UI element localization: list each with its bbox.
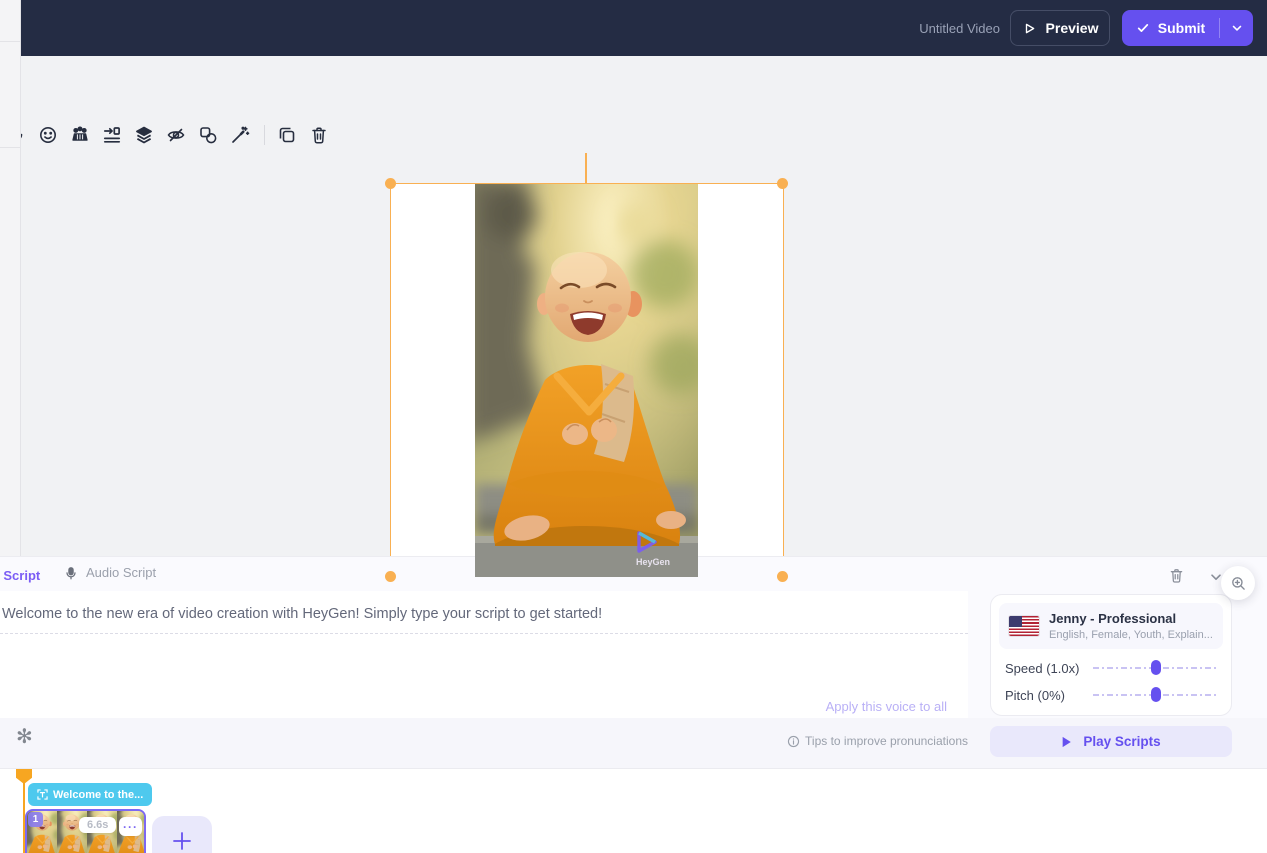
scene-number-badge: 1 [28,812,43,827]
submit-button[interactable]: Submit [1122,10,1253,46]
playhead[interactable] [16,769,32,784]
chevron-down-icon [1230,21,1244,35]
pronunciation-tips[interactable]: Tips to improve pronunciations [787,734,968,748]
editor-canvas[interactable] [0,56,1267,556]
resize-handle-bottom-left[interactable] [385,571,396,582]
element-toolbar [4,123,339,147]
us-flag-icon [1009,616,1039,636]
sidebar-edge [0,0,21,556]
resize-handle-top-right[interactable] [777,178,788,189]
text-caption-icon [37,789,48,800]
caption-chip[interactable]: Welcome to the... [28,783,152,806]
zoom-button[interactable] [1221,566,1255,600]
script-editor[interactable]: Welcome to the new era of video creation… [0,591,968,719]
preview-button[interactable]: Preview [1010,10,1110,46]
transition-icon[interactable] [100,123,124,147]
heygen-video-editor: HeyGen Untitled Video Preview Submit [0,0,1267,853]
microphone-icon [64,566,78,580]
shapes-icon[interactable] [196,123,220,147]
emoji-icon[interactable] [36,123,60,147]
duplicate-icon[interactable] [275,123,299,147]
monk-image[interactable] [475,184,698,577]
delete-icon[interactable] [307,123,331,147]
tab-text-script[interactable]: Text Script [0,568,40,583]
timeline[interactable]: Welcome to the... 1 6.6s ··· [0,768,1267,853]
pitch-slider[interactable] [1093,694,1217,696]
voice-name: Jenny - Professional [1049,611,1213,626]
plus-icon [170,829,194,853]
magic-wand-icon[interactable] [228,123,252,147]
speed-label: Speed (1.0x) [1005,661,1093,676]
top-navbar: Untitled Video Preview Submit [0,0,1267,56]
voice-traits: English, Female, Youth, Explain... [1049,629,1213,641]
toolbar-divider [264,125,265,145]
clip-duration-badge: 6.6s [79,817,116,833]
play-icon [1061,736,1072,748]
play-scripts-button[interactable]: Play Scripts [990,726,1232,757]
play-outline-icon [1022,21,1037,36]
pitch-slider-thumb[interactable] [1151,687,1161,702]
speed-slider-thumb[interactable] [1151,660,1161,675]
layers-icon[interactable] [132,123,156,147]
check-icon [1136,21,1150,35]
pitch-label: Pitch (0%) [1005,688,1093,703]
script-footer: ✻ Tips to improve pronunciations Play Sc… [0,718,1267,768]
info-icon [787,735,800,748]
voice-selector[interactable]: Jenny - Professional English, Female, Yo… [999,603,1223,649]
magnifier-plus-icon [1230,575,1247,592]
voice-settings-card: Jenny - Professional English, Female, Yo… [990,594,1232,716]
video-title[interactable]: Untitled Video [919,21,1000,36]
resize-handle-top-left[interactable] [385,178,396,189]
speed-slider[interactable] [1093,667,1217,669]
gpt-icon[interactable]: ✻ [16,727,33,747]
clip-more-icon[interactable]: ··· [119,817,142,836]
script-underline [0,633,968,634]
submit-dropdown-button[interactable] [1220,21,1253,35]
stage-icon[interactable] [68,123,92,147]
visibility-off-icon[interactable] [164,123,188,147]
resize-handle-bottom-right[interactable] [777,571,788,582]
tab-audio-script[interactable]: Audio Script [64,565,156,580]
rotate-handle-stem[interactable] [585,153,587,184]
script-text[interactable]: Welcome to the new era of video creation… [2,605,942,623]
script-delete-icon[interactable] [1168,567,1185,589]
scene-clip[interactable]: 1 6.6s ··· [25,809,146,853]
add-scene-button[interactable] [152,816,212,853]
apply-voice-link[interactable]: Apply this voice to all [826,699,947,714]
